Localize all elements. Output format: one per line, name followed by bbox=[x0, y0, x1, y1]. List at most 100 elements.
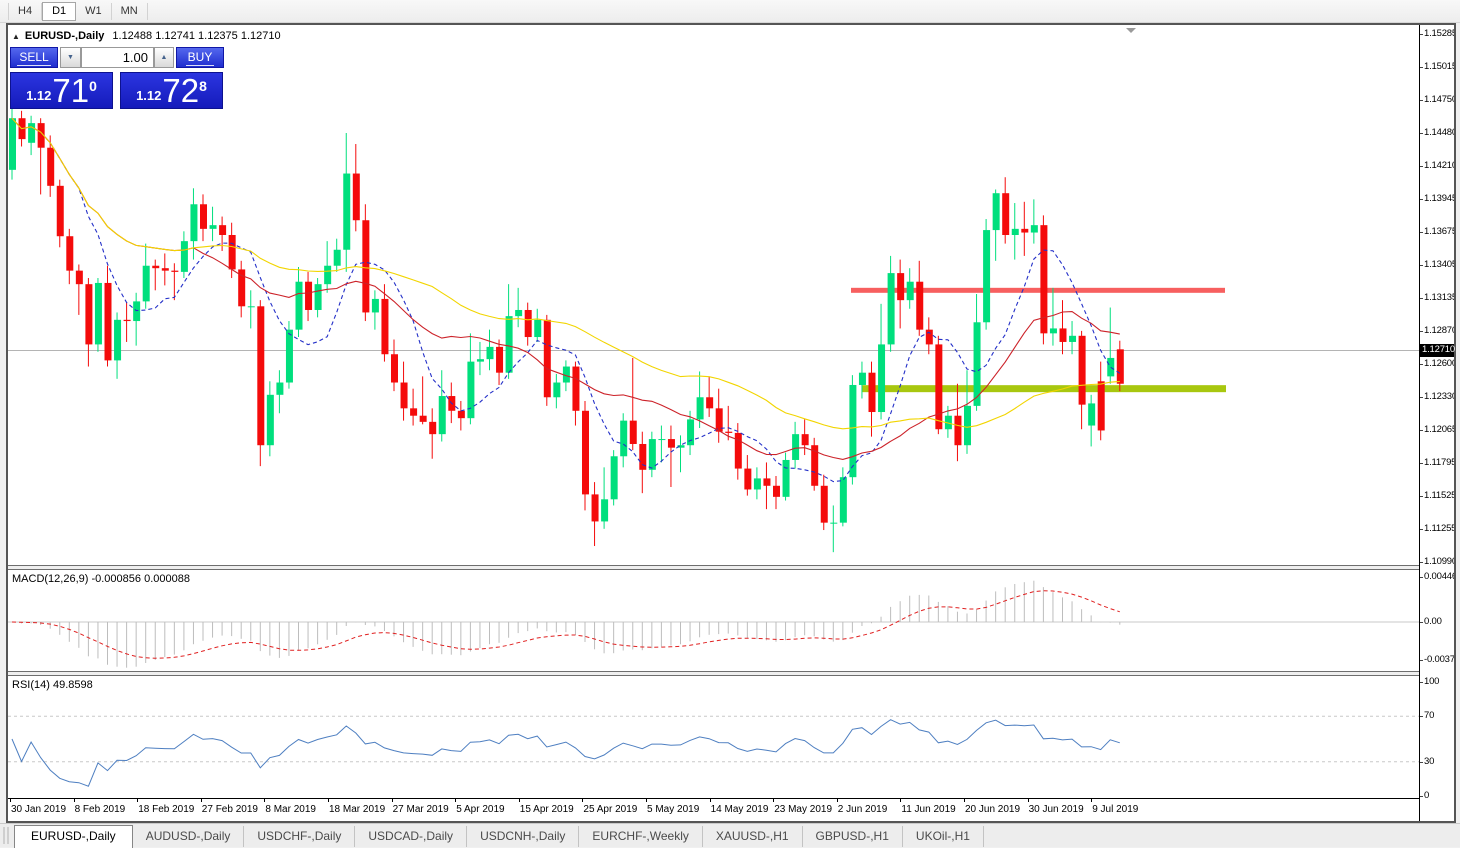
price-scale-label: 1.15285 bbox=[1420, 28, 1454, 41]
price-scale-label: 1.11255 bbox=[1420, 523, 1454, 536]
chart-shift-marker-icon bbox=[1126, 28, 1136, 33]
buy-price-pip: 8 bbox=[199, 78, 207, 94]
chart-tab-usdchf[interactable]: USDCHF-,Daily bbox=[244, 826, 355, 847]
time-axis-tick bbox=[900, 799, 901, 802]
timeframe-button-mn[interactable]: MN bbox=[112, 3, 148, 20]
chart-tabs-bar: EURUSD-,DailyAUDUSD-,DailyUSDCHF-,DailyU… bbox=[0, 823, 1460, 847]
time-axis-tick bbox=[964, 799, 965, 802]
time-axis-label: 23 May 2019 bbox=[774, 804, 832, 815]
time-axis-label: 8 Mar 2019 bbox=[265, 804, 316, 815]
volume-spinner-down-button[interactable]: ▼ bbox=[60, 47, 81, 68]
time-axis-label: 27 Feb 2019 bbox=[202, 804, 258, 815]
sell-price-box[interactable]: 1.12 71 0 bbox=[10, 72, 113, 109]
chart-tab-ukoil[interactable]: UKOil-,H1 bbox=[903, 826, 984, 847]
price-panel: ▲EURUSD-,Daily1.12488 1.12741 1.12375 1.… bbox=[8, 25, 1419, 565]
macd-scale-label: 0.00 bbox=[1420, 616, 1454, 629]
price-scale-label: 1.13675 bbox=[1420, 226, 1454, 239]
price-scale-label: 1.13405 bbox=[1420, 259, 1454, 272]
bid-price-tag: 1.12710 bbox=[1420, 344, 1454, 357]
time-axis-tick bbox=[837, 799, 838, 802]
timeframe-button-d1[interactable]: D1 bbox=[42, 2, 76, 21]
sell-price-pip: 0 bbox=[89, 78, 97, 94]
sell-price-digits: 71 bbox=[52, 76, 89, 106]
chart-tab-usdcad[interactable]: USDCAD-,Daily bbox=[355, 826, 467, 847]
timeframe-button-w1[interactable]: W1 bbox=[76, 3, 112, 20]
price-scale-label: 1.13135 bbox=[1420, 292, 1454, 305]
chart-tab-usdcnh[interactable]: USDCNH-,Daily bbox=[467, 826, 579, 847]
timeframe-toolbar: H4D1W1MN bbox=[0, 0, 1460, 23]
time-axis-tick bbox=[582, 799, 583, 802]
one-click-trading-panel: SELL ▼ ▲ BUY 1.12 71 0 1.12 72 8 bbox=[10, 47, 230, 68]
price-scale-label: 1.12870 bbox=[1420, 325, 1454, 338]
chart-header: ▲EURUSD-,Daily1.12488 1.12741 1.12375 1.… bbox=[12, 30, 281, 42]
candles-layer bbox=[9, 106, 1124, 552]
time-axis-tick bbox=[201, 799, 202, 802]
price-scale-label: 1.14210 bbox=[1420, 160, 1454, 173]
time-axis-label: 11 Jun 2019 bbox=[901, 804, 955, 815]
trade-controls-row: SELL ▼ ▲ BUY bbox=[10, 47, 230, 68]
chart-window: ▲EURUSD-,Daily1.12488 1.12741 1.12375 1.… bbox=[6, 23, 1456, 823]
rsi-scale-label: 70 bbox=[1420, 710, 1454, 723]
timeframe-button-h4[interactable]: H4 bbox=[8, 3, 42, 20]
time-axis-label: 25 Apr 2019 bbox=[583, 804, 637, 815]
time-axis-tick bbox=[710, 799, 711, 802]
price-scale[interactable]: 1.15285 1.15015 1.14750 1.14480 1.14210 1.139… bbox=[1420, 25, 1454, 821]
rsi-scale-label: 0 bbox=[1420, 790, 1454, 803]
sell-button[interactable]: SELL bbox=[10, 47, 58, 68]
time-axis-tick bbox=[328, 799, 329, 802]
volume-input[interactable] bbox=[81, 47, 154, 68]
macd-scale-label: -0.003715 bbox=[1420, 654, 1454, 667]
time-axis-tick bbox=[10, 799, 11, 802]
time-axis-tick bbox=[1091, 799, 1092, 802]
price-scale-label: 1.10990 bbox=[1420, 556, 1454, 569]
chart-title: EURUSD-,Daily bbox=[25, 30, 104, 42]
macd-canvas[interactable] bbox=[8, 570, 1419, 671]
tabbar-grip-icon bbox=[3, 827, 9, 844]
chart-tab-eurchf[interactable]: EURCHF-,Weekly bbox=[579, 826, 702, 847]
time-axis-label: 30 Jun 2019 bbox=[1029, 804, 1084, 815]
time-axis-label: 5 Apr 2019 bbox=[456, 804, 504, 815]
price-scale-label: 1.13945 bbox=[1420, 193, 1454, 206]
time-axis-label: 20 Jun 2019 bbox=[965, 804, 1020, 815]
price-scale-label: 1.12600 bbox=[1420, 358, 1454, 371]
time-axis-label: 27 Mar 2019 bbox=[393, 804, 449, 815]
volume-spinner-up-button[interactable]: ▲ bbox=[154, 47, 174, 68]
price-scale-label: 1.11795 bbox=[1420, 457, 1454, 470]
plots-column: ▲EURUSD-,Daily1.12488 1.12741 1.12375 1.… bbox=[8, 25, 1419, 821]
chevron-up-icon: ▲ bbox=[161, 54, 168, 61]
price-scale-label: 1.15015 bbox=[1420, 61, 1454, 74]
price-scale-label: 1.12330 bbox=[1420, 391, 1454, 404]
time-axis[interactable]: 30 Jan 20198 Feb 201918 Feb 201927 Feb 2… bbox=[8, 798, 1419, 821]
time-axis-label: 8 Feb 2019 bbox=[75, 804, 126, 815]
macd-scale-label: 0.004465 bbox=[1420, 571, 1454, 584]
rsi-label: RSI(14) 49.8598 bbox=[12, 679, 93, 691]
price-scale-label: 1.14480 bbox=[1420, 127, 1454, 140]
time-axis-tick bbox=[264, 799, 265, 802]
time-axis-tick bbox=[137, 799, 138, 802]
chart-tab-xauusd[interactable]: XAUUSD-,H1 bbox=[703, 826, 803, 847]
chart-tab-eurusd[interactable]: EURUSD-,Daily bbox=[14, 825, 133, 848]
collapse-arrow-icon[interactable]: ▲ bbox=[12, 32, 20, 41]
chart-window-inner: ▲EURUSD-,Daily1.12488 1.12741 1.12375 1.… bbox=[8, 25, 1454, 821]
macd-panel: MACD(12,26,9) -0.000856 0.000088 bbox=[8, 570, 1419, 671]
time-axis-tick bbox=[1028, 799, 1029, 802]
price-scale-label: 1.14750 bbox=[1420, 94, 1454, 107]
time-axis-label: 30 Jan 2019 bbox=[11, 804, 66, 815]
time-axis-label: 14 May 2019 bbox=[711, 804, 769, 815]
ma-fast-line bbox=[12, 118, 1120, 481]
time-axis-tick bbox=[519, 799, 520, 802]
chart-tab-gbpusd[interactable]: GBPUSD-,H1 bbox=[803, 826, 903, 847]
time-axis-label: 2 Jun 2019 bbox=[838, 804, 888, 815]
rsi-canvas[interactable] bbox=[8, 676, 1419, 798]
buy-price-box[interactable]: 1.12 72 8 bbox=[120, 72, 223, 109]
rsi-line bbox=[12, 720, 1120, 787]
time-axis-tick bbox=[773, 799, 774, 802]
buy-button[interactable]: BUY bbox=[176, 47, 224, 68]
time-axis-tick bbox=[646, 799, 647, 802]
buy-price-prefix: 1.12 bbox=[136, 88, 161, 103]
time-axis-label: 18 Mar 2019 bbox=[329, 804, 385, 815]
time-axis-tick bbox=[392, 799, 393, 802]
chart-tab-audusd[interactable]: AUDUSD-,Daily bbox=[133, 826, 245, 847]
time-axis-tick bbox=[455, 799, 456, 802]
rsi-panel: RSI(14) 49.8598 bbox=[8, 676, 1419, 798]
